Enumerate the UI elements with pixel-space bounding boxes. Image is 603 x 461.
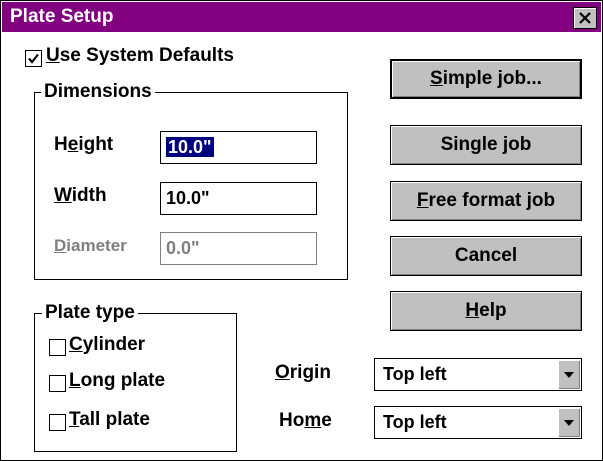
simple-job-button[interactable]: Simple job... (390, 59, 582, 99)
origin-label: Origin (275, 362, 331, 383)
help-button[interactable]: Help (390, 291, 582, 331)
height-field[interactable]: 10.0" (160, 131, 317, 164)
title-bar[interactable]: Plate Setup (2, 2, 601, 32)
cylinder-checkbox[interactable] (49, 339, 66, 356)
home-value: Top left (383, 412, 447, 432)
window-title: Plate Setup (10, 6, 114, 27)
origin-value: Top left (383, 364, 447, 384)
chevron-down-icon (564, 419, 574, 426)
diameter-field: 0.0" (160, 232, 317, 265)
close-button[interactable] (573, 7, 597, 29)
origin-dropdown-button[interactable] (558, 360, 580, 389)
diameter-value: 0.0" (166, 238, 200, 258)
cancel-button[interactable]: Cancel (390, 236, 582, 276)
width-label: Width (54, 185, 107, 206)
height-label: Height (54, 134, 114, 155)
height-value: 10.0" (166, 137, 214, 157)
chevron-down-icon (564, 371, 574, 378)
long-plate-checkbox[interactable] (49, 375, 66, 392)
free-format-job-button[interactable]: Free format job (390, 181, 582, 221)
origin-select[interactable]: Top left (374, 358, 582, 391)
diameter-label: Diameter (54, 236, 127, 255)
tall-plate-label[interactable]: Tall plate (69, 409, 150, 431)
plate-type-legend: Plate type (42, 302, 138, 324)
width-field[interactable]: 10.0" (160, 182, 317, 215)
width-value: 10.0" (166, 188, 210, 208)
home-dropdown-button[interactable] (558, 408, 580, 437)
use-system-defaults-label[interactable]: Use System Defaults (46, 45, 234, 67)
home-label: Home (279, 410, 332, 431)
plate-setup-dialog: Plate Setup Use System Defaults Dimensio… (0, 0, 603, 461)
close-icon (579, 12, 591, 24)
single-job-button[interactable]: Single job (390, 125, 582, 165)
checkmark-icon (28, 53, 39, 64)
tall-plate-checkbox[interactable] (49, 414, 66, 431)
long-plate-label[interactable]: Long plate (69, 370, 165, 392)
cylinder-label[interactable]: Cylinder (69, 334, 145, 356)
home-select[interactable]: Top left (374, 406, 582, 439)
use-system-defaults-checkbox[interactable] (25, 50, 42, 67)
dimensions-legend: Dimensions (41, 81, 155, 103)
